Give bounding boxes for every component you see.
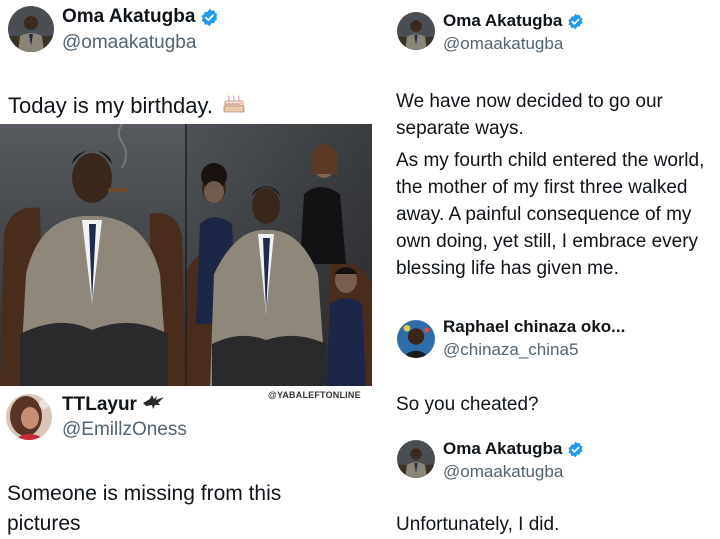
reply-author-handle[interactable]: @EmillzOness bbox=[62, 419, 187, 441]
author-name-text: Oma Akatugba bbox=[443, 11, 563, 30]
answer-author-name[interactable]: Oma Akatugba bbox=[443, 439, 584, 459]
reply-author-name-text: TTLayur bbox=[62, 394, 137, 415]
author-name[interactable]: Oma Akatugba bbox=[443, 11, 584, 31]
verified-badge-icon bbox=[567, 13, 584, 30]
reply-avatar[interactable] bbox=[6, 394, 52, 440]
birthday-cake-icon bbox=[223, 92, 245, 120]
author-avatar[interactable] bbox=[8, 6, 54, 52]
tweet-text: Today is my birthday. bbox=[8, 92, 245, 120]
answer-avatar[interactable] bbox=[397, 440, 435, 478]
reply-author-name[interactable]: Raphael chinaza oko... bbox=[443, 317, 625, 337]
author-name[interactable]: Oma Akatugba bbox=[62, 6, 219, 28]
tweet-photo[interactable] bbox=[0, 124, 372, 386]
tweet-text-body: Today is my birthday. bbox=[8, 93, 214, 118]
author-handle[interactable]: @omaakatugba bbox=[62, 32, 196, 54]
verified-badge-icon bbox=[567, 441, 584, 458]
answer-author-name-text: Oma Akatugba bbox=[443, 439, 563, 458]
tweet-text-paragraph-2: As my fourth child entered the world, th… bbox=[396, 150, 705, 279]
reply-author-name[interactable]: TTLayur bbox=[62, 393, 166, 417]
reply-text: Someone is missing from this pictures bbox=[7, 482, 282, 535]
author-handle[interactable]: @omaakatugba bbox=[443, 34, 563, 54]
reply-avatar[interactable] bbox=[397, 320, 435, 358]
answer-text: Unfortunately, I did. bbox=[396, 514, 560, 535]
reply-text: So you cheated? bbox=[396, 394, 539, 415]
tweet-text-paragraph-1: We have now decided to go our separate w… bbox=[396, 91, 663, 139]
author-name-text: Oma Akatugba bbox=[62, 6, 196, 27]
reply-author-handle[interactable]: @chinaza_china5 bbox=[443, 340, 578, 360]
author-avatar[interactable] bbox=[397, 12, 435, 50]
verified-badge-icon bbox=[200, 8, 219, 27]
eagle-icon bbox=[142, 393, 166, 417]
photo-watermark: @YABALEFTONLINE bbox=[268, 390, 361, 400]
answer-author-handle[interactable]: @omaakatugba bbox=[443, 462, 563, 482]
